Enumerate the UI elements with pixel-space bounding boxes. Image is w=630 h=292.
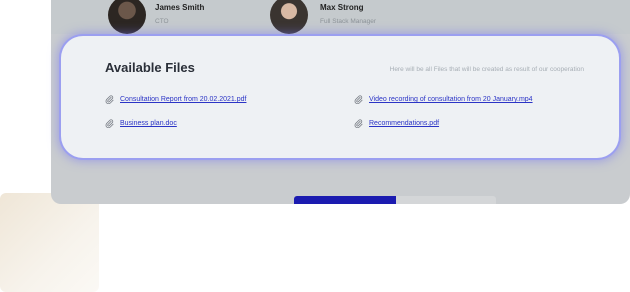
tab-active[interactable] <box>294 196 396 204</box>
decorative-gradient-square <box>0 193 99 292</box>
member-role: CTO <box>155 18 169 25</box>
team-members-strip: James Smith CTO Max Strong Full Stack Ma… <box>51 0 630 34</box>
paperclip-icon <box>354 95 363 104</box>
tab-inactive[interactable] <box>396 196 496 204</box>
file-link-consultation-report[interactable]: Consultation Report from 20.02.2021.pdf <box>105 95 246 104</box>
avatar <box>108 0 146 34</box>
file-link-recommendations[interactable]: Recommendations.pdf <box>354 119 439 128</box>
paperclip-icon <box>105 119 114 128</box>
file-link-label: Recommendations.pdf <box>369 120 440 127</box>
card-title: Available Files <box>105 60 195 75</box>
file-link-label: Business plan.doc <box>120 120 177 127</box>
available-files-card: Available Files Here will be all Files t… <box>61 36 619 158</box>
avatar <box>270 0 308 34</box>
file-link-business-plan[interactable]: Business plan.doc <box>105 119 177 128</box>
card-subtitle: Here will be all Files that will be crea… <box>389 66 584 73</box>
file-link-label: Video recording of consultation from 20 … <box>369 96 533 103</box>
paperclip-icon <box>354 119 363 128</box>
member-role: Full Stack Manager <box>320 18 376 25</box>
file-link-video-recording[interactable]: Video recording of consultation from 20 … <box>354 95 533 104</box>
member-name: Max Strong <box>320 3 364 12</box>
member-name: James Smith <box>155 3 205 12</box>
file-link-label: Consultation Report from 20.02.2021.pdf <box>120 96 247 103</box>
paperclip-icon <box>105 95 114 104</box>
